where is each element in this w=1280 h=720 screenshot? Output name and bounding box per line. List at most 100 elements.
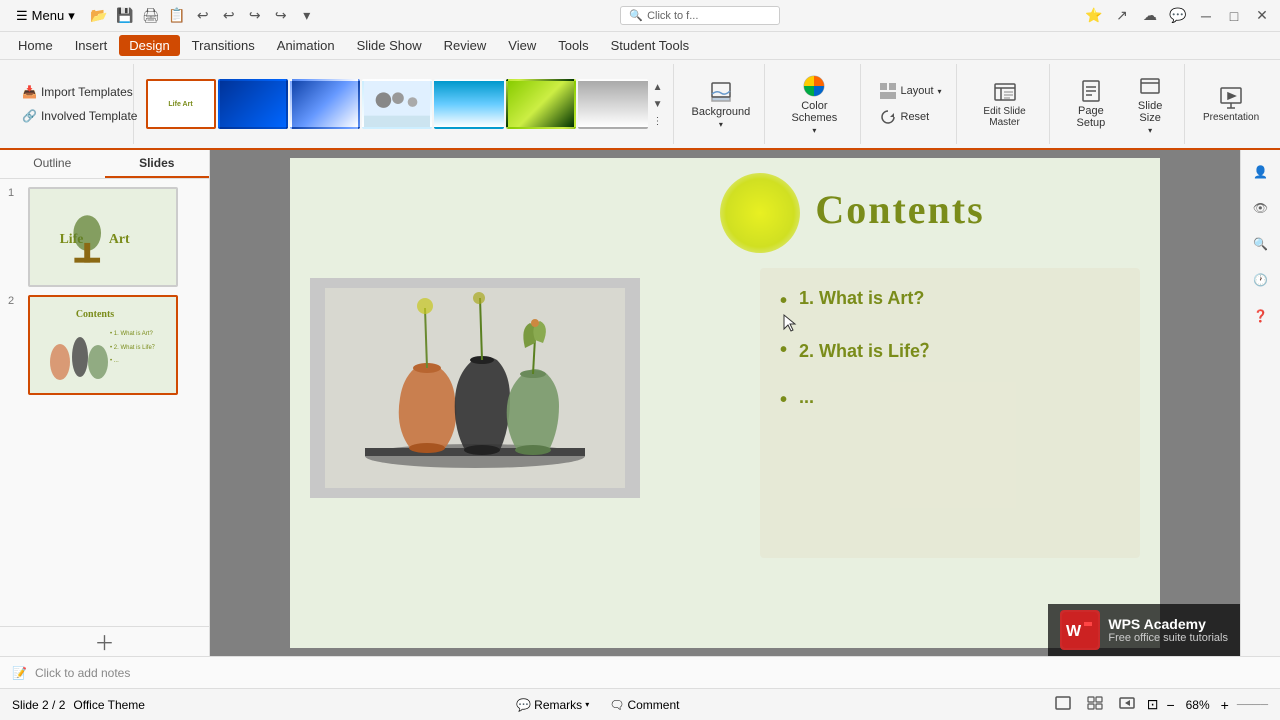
undo-icon[interactable]: ↩ [193, 6, 213, 26]
share-icon[interactable]: ↗ [1112, 6, 1132, 26]
notes-placeholder[interactable]: Click to add notes [35, 666, 130, 680]
view-outline-btn[interactable] [1115, 694, 1139, 715]
menu-tools[interactable]: Tools [548, 35, 598, 56]
comment-btn[interactable]: 🗨 Comment [603, 696, 685, 714]
thumb-scroll-up[interactable]: ▲ [651, 80, 665, 95]
thumb-img-7 [580, 81, 646, 127]
import-icon: 📥 [22, 85, 37, 99]
menu-student-tools[interactable]: Student Tools [601, 35, 700, 56]
thumb-scroll-down[interactable]: ▼ [651, 97, 665, 112]
layout-btn[interactable]: Layout ▾ [873, 80, 948, 102]
titlebar-right: ⭐ ↗ ☁ 💬 ─ □ ✕ [1084, 6, 1272, 26]
ribbon-group-presentation: Presentation [1189, 64, 1272, 144]
ribbon-group-templates: 📥 Import Templates 🔗 Involved Template [8, 64, 134, 144]
star-icon[interactable]: ⭐ [1084, 6, 1104, 26]
slide-num-1: 1 [8, 187, 22, 199]
redo-icon[interactable]: ↪ [245, 6, 265, 26]
menu-animation[interactable]: Animation [267, 35, 345, 56]
view-grid-btn[interactable] [1083, 694, 1107, 715]
reset-btn[interactable]: Reset [873, 106, 936, 128]
right-icon-people[interactable]: 👤 [1247, 158, 1275, 186]
slide-thumb-2[interactable]: Contents • 1. What is Art? • 2. What is … [28, 295, 178, 395]
template-thumb-6[interactable] [506, 79, 576, 129]
template-thumb-5[interactable] [434, 79, 504, 129]
import-templates-btn[interactable]: 📥 Import Templates [16, 82, 139, 102]
menu-home[interactable]: Home [8, 35, 63, 56]
involved-icon: 🔗 [22, 109, 37, 123]
notes-icon: 📝 [12, 666, 27, 680]
menu-review[interactable]: Review [434, 35, 497, 56]
menu-design[interactable]: Design [119, 35, 179, 56]
right-icon-help[interactable]: ❓ [1247, 302, 1275, 330]
presentation-btn[interactable]: Presentation [1197, 82, 1264, 127]
slide-item-1[interactable]: 1 Life Art [8, 187, 201, 287]
color-schemes-btn[interactable]: Color Schemes ▾ [777, 70, 851, 139]
view-normal-btn[interactable] [1051, 694, 1075, 715]
template-thumb-4[interactable] [362, 79, 432, 129]
template-thumb-3[interactable] [290, 79, 360, 129]
chat-icon[interactable]: 💬 [1168, 6, 1188, 26]
template-thumb-1[interactable]: Life Art [146, 79, 216, 129]
menu-transitions[interactable]: Transitions [182, 35, 265, 56]
zoom-fit-icon[interactable]: ⊡ [1147, 696, 1159, 713]
zoom-out-btn[interactable]: − [1166, 697, 1174, 713]
right-icon-clock[interactable]: 🕐 [1247, 266, 1275, 294]
maximize-icon[interactable]: □ [1224, 6, 1244, 26]
notes-bar[interactable]: 📝 Click to add notes [0, 656, 1280, 688]
slide-title[interactable]: Contents [650, 186, 1150, 233]
zoom-slider[interactable]: ──── [1237, 699, 1268, 711]
page-setup-btn[interactable]: Page Setup [1062, 75, 1121, 133]
svg-text:• 1. What is Art?: • 1. What is Art? [110, 331, 153, 337]
add-slide-btn[interactable]: ＋ [0, 626, 209, 656]
menu-slideshow[interactable]: Slide Show [347, 35, 432, 56]
remarks-chevron: ▾ [585, 700, 589, 709]
cloud-icon[interactable]: ☁ [1140, 6, 1160, 26]
menu-insert[interactable]: Insert [65, 35, 118, 56]
template-strip: Life Art [146, 75, 648, 133]
right-icon-search[interactable]: 🔍 [1247, 230, 1275, 258]
minimize-icon[interactable]: ─ [1196, 6, 1216, 26]
menu-button[interactable]: ☰ Menu ▾ [8, 6, 83, 26]
thumb-img-3 [292, 81, 358, 127]
thumb-scroll-more[interactable]: ⋮ [651, 114, 665, 129]
slide-item-2[interactable]: 2 Contents • 1. What is Art? • 2. What i… [8, 295, 201, 395]
wps-title: WPS Academy [1108, 616, 1228, 632]
save-icon[interactable]: 💾 [115, 6, 135, 26]
content-box[interactable]: • 1. What is Art? • 2. What is Life？ • .… [760, 268, 1140, 558]
svg-text:Art: Art [109, 231, 130, 246]
remarks-icon: 💬 [516, 698, 531, 712]
slide-canvas[interactable]: Contents [290, 158, 1160, 648]
slide-image[interactable] [310, 278, 640, 498]
wps-text: WPS Academy Free office suite tutorials [1108, 616, 1228, 644]
ribbon-group-background: Background ▾ [678, 64, 766, 144]
remarks-btn[interactable]: 💬 Remarks ▾ [510, 696, 595, 714]
tab-outline[interactable]: Outline [0, 150, 105, 178]
menu-view[interactable]: View [498, 35, 546, 56]
search-icon: 🔍 [629, 9, 643, 22]
bullet-item-1: • 1. What is Art? [780, 288, 1120, 313]
template-thumb-7[interactable] [578, 79, 648, 129]
zoom-in-btn[interactable]: + [1221, 697, 1229, 713]
bullet-text-2: 2. What is Life？ [799, 337, 938, 363]
search-box[interactable]: 🔍 Click to f... [620, 6, 780, 25]
slide-info: Slide 2 / 2 [12, 698, 65, 712]
involved-template-btn[interactable]: 🔗 Involved Template [16, 106, 143, 126]
print-icon[interactable]: 🖨 [141, 6, 161, 26]
more-icon[interactable]: ▾ [297, 6, 317, 26]
edit-slide-master-btn[interactable]: Edit Slide Master [969, 76, 1041, 132]
folder-open-icon[interactable]: 📂 [89, 6, 109, 26]
undo-arrow-icon[interactable]: ↩ [219, 6, 239, 26]
remarks-label: Remarks [534, 698, 582, 712]
background-btn[interactable]: Background ▾ [686, 76, 757, 133]
tab-slides[interactable]: Slides [105, 150, 210, 178]
slide-size-btn[interactable]: Slide Size ▾ [1124, 70, 1176, 139]
slide-thumb-1[interactable]: Life Art [28, 187, 178, 287]
thumb-img-6 [508, 81, 574, 127]
canvas-area[interactable]: Contents [210, 150, 1240, 656]
close-icon[interactable]: ✕ [1252, 6, 1272, 26]
template-thumb-2[interactable] [218, 79, 288, 129]
clipboard-icon[interactable]: 📋 [167, 6, 187, 26]
ribbon: 📥 Import Templates 🔗 Involved Template L… [0, 60, 1280, 150]
right-icon-eye[interactable]: 👁 [1247, 194, 1275, 222]
redo-more-icon[interactable]: ↪ [271, 6, 291, 26]
